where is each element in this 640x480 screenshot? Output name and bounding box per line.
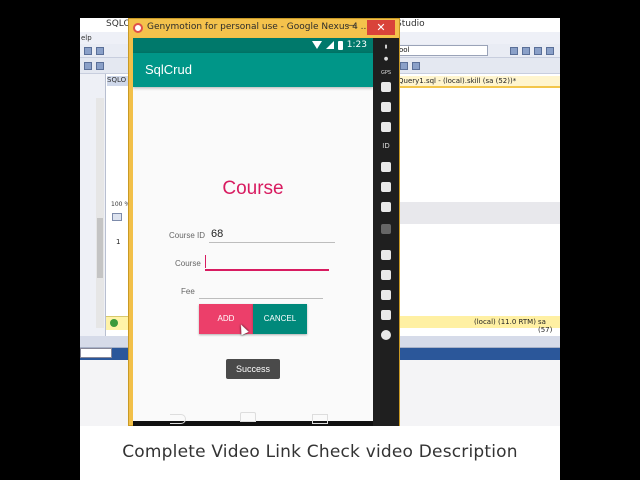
toolbar-icon[interactable] [96, 47, 104, 55]
wifi-icon [311, 41, 322, 49]
course-input[interactable] [205, 269, 329, 271]
fee-input[interactable] [199, 298, 323, 299]
screen-recording-frame: SQLO Studio elp ool SQLO 100 % 1 Query1.… [80, 18, 560, 480]
battery-icon [337, 40, 343, 50]
text-cursor [205, 255, 206, 268]
vertical-scrollbar[interactable] [96, 98, 104, 328]
menu-icon[interactable] [381, 290, 391, 300]
close-button[interactable]: ✕ [367, 20, 395, 35]
course-id-label: Course ID [169, 231, 206, 240]
share-icon[interactable] [381, 224, 391, 234]
toolbar-icon[interactable] [546, 47, 554, 55]
genymotion-title-bar: Genymotion for personal use - Google Nex… [129, 19, 399, 37]
result-row-number: 1 [116, 238, 121, 246]
course-id-input[interactable]: 68 [211, 228, 223, 240]
toast-message: Success [226, 359, 280, 379]
toolbar-icon[interactable] [400, 62, 408, 70]
remote-control-icon[interactable] [381, 102, 391, 112]
toolbar-icon[interactable] [96, 62, 104, 70]
menu-help[interactable]: elp [81, 34, 92, 42]
success-check-icon [110, 319, 118, 327]
toolbar-icon[interactable] [84, 47, 92, 55]
signal-icon [325, 41, 334, 49]
status-user: sa (57) [538, 318, 553, 334]
gps-icon[interactable]: GPS [376, 70, 396, 76]
id-icon[interactable]: ID [376, 142, 396, 150]
battery-widget-icon[interactable]: ▮ [376, 44, 396, 50]
status-time: 1:23 [346, 40, 367, 50]
app-title: SqlCrud [145, 62, 192, 77]
back-icon[interactable] [381, 250, 391, 260]
genymotion-window: Genymotion for personal use - Google Nex… [128, 18, 400, 427]
course-label: Course [175, 259, 201, 268]
toolbar-icon[interactable] [534, 47, 542, 55]
course-id-underline [209, 242, 335, 243]
genymotion-title: Genymotion for personal use - Google Nex… [147, 22, 370, 32]
app-bar: SqlCrud [133, 53, 373, 87]
scrollbar-thumb[interactable] [97, 218, 103, 278]
properties-dropdown[interactable] [80, 348, 112, 358]
rss-icon[interactable] [381, 182, 391, 192]
toolbar-icon[interactable] [522, 47, 530, 55]
nav-home-icon[interactable] [240, 412, 256, 422]
nav-back-icon[interactable] [170, 414, 186, 424]
toolbar-icon[interactable] [84, 62, 92, 70]
ssms-combo-box[interactable]: ool [396, 45, 488, 56]
power-icon[interactable] [381, 330, 391, 340]
editor-tab[interactable]: SQLO [107, 76, 129, 86]
ssms-title-left: SQLO [106, 19, 131, 29]
move-icon[interactable] [381, 122, 391, 132]
splitter-bar [394, 202, 560, 224]
android-screen: 1:23 SqlCrud Course Course ID 68 Course … [133, 38, 373, 427]
ssms-status-bar: (local) (11.0 RTM) sa (57) [394, 316, 560, 334]
toolbar-icon[interactable] [510, 47, 518, 55]
camera-icon[interactable] [381, 82, 391, 92]
status-server: (local) (11.0 RTM) [474, 318, 536, 326]
fee-label: Fee [181, 287, 195, 296]
genymotion-side-toolbar: ▮ ● GPS ID [373, 38, 399, 427]
form-title: Course [222, 178, 284, 199]
properties-panel [80, 360, 130, 426]
output-panel [394, 360, 560, 426]
nav-recents-icon[interactable] [312, 414, 328, 424]
android-status-bar: 1:23 [133, 38, 373, 53]
recent-apps-icon[interactable] [381, 270, 391, 280]
sms-icon[interactable] [381, 202, 391, 212]
cancel-button[interactable]: CANCEL [253, 304, 307, 334]
genymotion-logo-icon [133, 23, 143, 33]
toolbar-icon[interactable] [412, 62, 420, 70]
minimize-button[interactable]: — [341, 20, 363, 35]
query-tab[interactable]: Query1.sql - (local).skill (sa (52))* [394, 76, 560, 88]
home-icon[interactable] [381, 310, 391, 320]
geo-label: ● [383, 56, 389, 62]
media-icon[interactable] [381, 162, 391, 172]
video-caption: Complete Video Link Check video Descript… [122, 442, 518, 462]
results-grid-icon[interactable] [112, 213, 122, 221]
status-icons: 1:23 [311, 40, 367, 50]
ssms-title-right: Studio [396, 19, 425, 29]
